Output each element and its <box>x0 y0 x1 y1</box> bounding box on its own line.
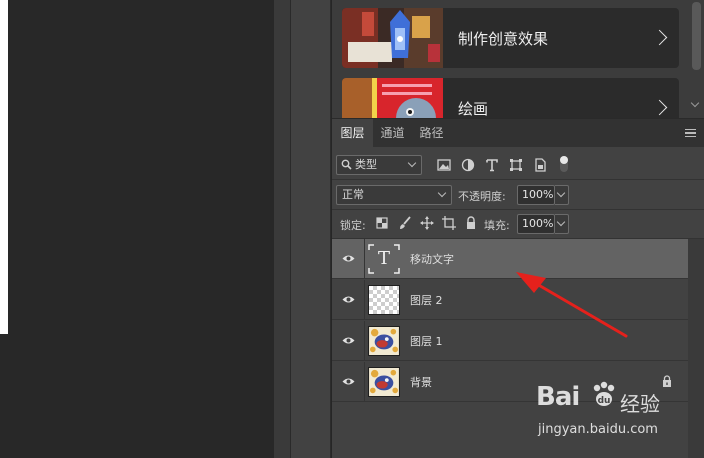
chevron-right-icon <box>651 99 668 116</box>
layer-row-layer-1[interactable]: 图层 1 <box>332 321 688 361</box>
eye-icon[interactable] <box>342 377 355 386</box>
svg-text:du: du <box>598 396 611 406</box>
chevron-down-icon <box>437 188 447 198</box>
opacity-input[interactable]: 100% <box>517 185 555 205</box>
panel-menu-icon[interactable] <box>685 129 696 137</box>
watermark-brand-cn: 经验 <box>620 392 660 416</box>
layer-name: 图层 1 <box>410 335 443 348</box>
layer-row-layer-2[interactable]: 图层 2 <box>332 280 688 320</box>
layer-name: 图层 2 <box>410 294 443 307</box>
learn-scrollbar[interactable] <box>690 0 702 118</box>
blend-mode-value: 正常 <box>342 188 364 201</box>
layer-name: 背景 <box>410 376 432 389</box>
panel-gutter <box>274 0 290 458</box>
learn-panel: 制作创意效果 绘画 <box>332 0 704 118</box>
learn-card-label: 制作创意效果 <box>458 30 549 48</box>
opacity-dropdown[interactable] <box>555 185 569 205</box>
lock-artboard-icon[interactable] <box>442 216 456 230</box>
eye-icon[interactable] <box>342 254 355 263</box>
chevron-right-icon <box>651 29 668 46</box>
canvas-workspace-lower <box>0 334 8 458</box>
text-layer-glyph: T <box>378 248 391 269</box>
filter-toggle-icon[interactable] <box>558 154 570 174</box>
tab-paths[interactable]: 路径 <box>412 119 451 147</box>
fill-input[interactable]: 100% <box>517 214 555 234</box>
baidu-paw-logo-icon: du <box>593 381 615 406</box>
learn-card-label: 绘画 <box>458 100 489 118</box>
learn-card-painting[interactable]: 绘画 <box>342 78 679 118</box>
chevron-down-icon <box>556 217 566 227</box>
watermark-brand: Bai <box>536 382 580 412</box>
lock-all-icon[interactable] <box>464 216 478 230</box>
lock-transparent-pixels-icon[interactable] <box>375 216 389 230</box>
learn-scrollbar-thumb[interactable] <box>692 2 701 70</box>
lock-position-move-icon[interactable] <box>420 216 434 230</box>
tab-channels[interactable]: 通道 <box>373 119 412 147</box>
layer-name: 移动文字 <box>410 253 454 266</box>
baidu-jingyan-watermark: Bai du 经验 jingyan.baidu.com <box>536 378 686 448</box>
document-canvas-edge <box>0 0 8 334</box>
filter-adjustment-layer-icon[interactable] <box>461 158 475 172</box>
opacity-label: 不透明度: <box>458 190 506 203</box>
chevron-down-icon <box>407 158 417 168</box>
fill-label: 填充: <box>484 219 510 232</box>
layer-list-scrollbar[interactable] <box>688 239 704 458</box>
background-layer-thumbnail <box>368 367 400 397</box>
tab-layers[interactable]: 图层 <box>332 119 373 147</box>
filter-smart-object-icon[interactable] <box>533 158 547 172</box>
chevron-down-icon <box>556 188 566 198</box>
image-layer-thumbnail <box>368 326 400 356</box>
filter-type-layer-icon[interactable] <box>485 158 499 172</box>
search-icon <box>341 159 352 170</box>
canvas-workspace <box>8 0 274 458</box>
creative-effects-thumbnail <box>342 8 443 68</box>
filter-kind-label: 类型 <box>355 158 377 171</box>
lock-image-pixels-brush-icon[interactable] <box>398 216 412 230</box>
transparent-layer-thumbnail <box>368 285 400 315</box>
layer-row-text[interactable]: T 移动文字 <box>332 239 688 279</box>
lock-label: 锁定: <box>340 219 366 232</box>
panel-tab-bar: 图层 通道 路径 <box>332 119 704 147</box>
eye-icon[interactable] <box>342 336 355 345</box>
painting-thumbnail <box>342 78 443 118</box>
scroll-down-arrow-icon[interactable] <box>690 98 700 108</box>
fill-dropdown[interactable] <box>555 214 569 234</box>
filter-pixel-layer-icon[interactable] <box>437 158 451 172</box>
filter-shape-layer-icon[interactable] <box>509 158 523 172</box>
eye-icon[interactable] <box>342 295 355 304</box>
watermark-url: jingyan.baidu.com <box>538 422 658 437</box>
collapsed-panel-dock <box>291 0 331 458</box>
layer-filter-kind-select[interactable]: 类型 <box>336 155 422 175</box>
blend-mode-select[interactable]: 正常 <box>336 185 452 205</box>
learn-card-creative-effects[interactable]: 制作创意效果 <box>342 8 679 68</box>
